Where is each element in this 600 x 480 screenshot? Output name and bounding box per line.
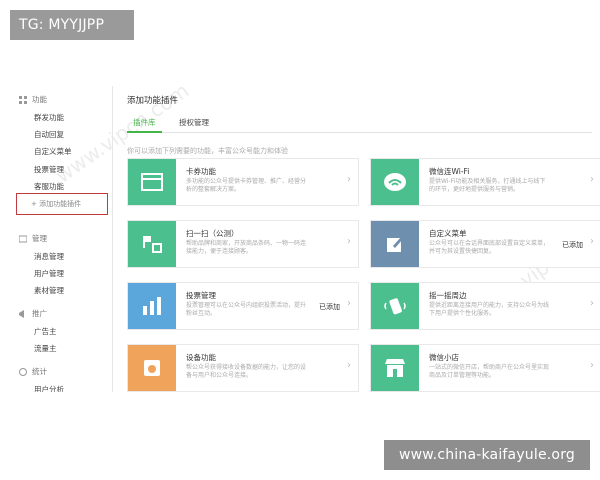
sidebar-item-user-analysis[interactable]: 用户分析	[34, 384, 64, 392]
card-title: 摇一摇周边	[429, 291, 467, 300]
plugin-card-vote[interactable]: 投票管理 投票管理可以在公众号内组织投票活动，提升粉丝互动。 已添加 ›	[127, 282, 359, 330]
scan-icon	[128, 221, 176, 267]
card-status: 已添加	[562, 241, 583, 249]
sidebar-group-label: 功能	[32, 95, 47, 104]
sidebar-group-promotion: 推广	[19, 308, 47, 319]
plugin-card-scan[interactable]: 扫一扫（公测） 帮助品牌和商家，开放商品条码、一物一码连接能力，便于连接顾客。 …	[127, 220, 359, 268]
card-icon	[128, 159, 176, 205]
edit-icon	[371, 221, 419, 267]
card-title: 微信连Wi-Fi	[429, 167, 470, 176]
hint-text: 你可以添加下列需要的功能，丰富公众号能力和体验	[127, 147, 288, 155]
message-icon	[18, 235, 28, 243]
add-plugin-button[interactable]: + 添加功能插件	[16, 193, 108, 215]
sidebar-item-materials[interactable]: 素材管理	[34, 285, 64, 296]
plugin-card-custom-menu[interactable]: 自定义菜单 公众号可以在会话界面底部设置自定义菜单，并可为其设置快捷回复。 已添…	[370, 220, 600, 268]
tab-bar: 插件库 授权管理	[127, 116, 592, 133]
plugin-card-shop[interactable]: 微信小店 一站式的微信开店，帮助商户在公众号里实现商品及订单管理等功能。 ›	[370, 344, 600, 392]
card-title: 投票管理	[186, 291, 216, 300]
sidebar-item-mass-send[interactable]: 群发功能	[34, 112, 64, 123]
chevron-right-icon: ›	[347, 298, 351, 309]
shop-icon	[371, 345, 419, 391]
card-title: 卡券功能	[186, 167, 216, 176]
sidebar-item-users[interactable]: 用户管理	[34, 268, 64, 279]
plugin-card-shake[interactable]: 摇一摇周边 提供近距离连接用户的能力，支持公众号为线下用户提供个性化服务。 ›	[370, 282, 600, 330]
sidebar-item-customer-service[interactable]: 客服功能	[34, 181, 64, 192]
page-title: 添加功能插件	[127, 96, 179, 106]
sidebar-group-manage: 管理	[18, 233, 47, 244]
tg-badge: TG: MYYJJPP	[10, 10, 134, 40]
sidebar-item-advertiser[interactable]: 广告主	[34, 326, 57, 337]
card-description: 一站式的微信开店，帮助商户在公众号里实现商品及订单管理等功能。	[429, 364, 550, 379]
chevron-right-icon: ›	[590, 298, 594, 309]
tab-plugin-library[interactable]: 插件库	[127, 117, 161, 133]
sidebar-group-stats: 统计	[19, 366, 47, 377]
card-description: 公众号可以在会话界面底部设置自定义菜单，并可为其设置快捷回复。	[429, 240, 550, 255]
sidebar: 功能 群发功能 自动回复 自定义菜单 投票管理 客服功能 + 添加功能插件 管理…	[14, 86, 113, 392]
sidebar-group-label: 管理	[32, 234, 47, 243]
grid-icon	[19, 95, 27, 104]
card-title: 扫一扫（公测）	[186, 229, 239, 238]
chevron-right-icon: ›	[347, 174, 351, 185]
tab-authorization[interactable]: 授权管理	[179, 117, 209, 128]
sidebar-item-publisher[interactable]: 流量主	[34, 343, 57, 354]
card-description: 投票管理可以在公众号内组织投票活动，提升粉丝互动。	[186, 302, 307, 317]
sidebar-item-custom-menu[interactable]: 自定义菜单	[34, 146, 72, 157]
card-title: 设备功能	[186, 353, 216, 362]
device-icon	[128, 345, 176, 391]
card-description: 帮公众号获得接收设备数据的能力，让您的设备与用户和公众号连接。	[186, 364, 307, 379]
card-title: 微信小店	[429, 353, 459, 362]
domain-badge: www.china-kaifayule.org	[384, 440, 590, 470]
chevron-right-icon: ›	[347, 236, 351, 247]
chevron-right-icon: ›	[590, 236, 594, 247]
sidebar-group-features: 功能	[19, 94, 47, 105]
plugin-card-wifi[interactable]: 微信连Wi-Fi 提供Wi-Fi功能及相关服务，打通线上与线下的环节，更好地提供…	[370, 158, 600, 206]
sidebar-item-vote[interactable]: 投票管理	[34, 164, 64, 175]
plugin-card-device[interactable]: 设备功能 帮公众号获得接收设备数据的能力，让您的设备与用户和公众号连接。 ›	[127, 344, 359, 392]
card-description: 帮助品牌和商家，开放商品条码、一物一码连接能力，便于连接顾客。	[186, 240, 307, 255]
screenshot-panel: www.vipcn.com www.vipcn.com 功能 群发功能 自动回复…	[14, 86, 600, 392]
main-content: 添加功能插件 插件库 授权管理 你可以添加下列需要的功能，丰富公众号能力和体验 …	[113, 86, 600, 392]
chevron-right-icon: ›	[347, 360, 351, 371]
card-title: 自定义菜单	[429, 229, 467, 238]
wifi-icon	[371, 159, 419, 205]
plugin-card-coupons[interactable]: 卡券功能 多功能的公众号提供卡券管理、推广、经营分析的整套解决方案。 ›	[127, 158, 359, 206]
card-description: 提供近距离连接用户的能力，支持公众号为线下用户提供个性化服务。	[429, 302, 550, 317]
chart-icon	[19, 367, 27, 376]
card-description: 提供Wi-Fi功能及相关服务，打通线上与线下的环节，更好地提供服务与营销。	[429, 178, 546, 193]
card-status: 已添加	[319, 303, 340, 311]
sidebar-group-label: 统计	[32, 367, 47, 376]
card-description: 多功能的公众号提供卡券管理、推广、经营分析的整套解决方案。	[186, 178, 307, 193]
sidebar-item-auto-reply[interactable]: 自动回复	[34, 129, 64, 140]
shake-icon	[371, 283, 419, 329]
chevron-right-icon: ›	[590, 174, 594, 185]
sidebar-item-messages[interactable]: 消息管理	[34, 251, 64, 262]
chevron-right-icon: ›	[590, 360, 594, 371]
megaphone-icon	[19, 309, 27, 318]
sidebar-group-label: 推广	[32, 309, 47, 318]
bar-chart-icon	[128, 283, 176, 329]
